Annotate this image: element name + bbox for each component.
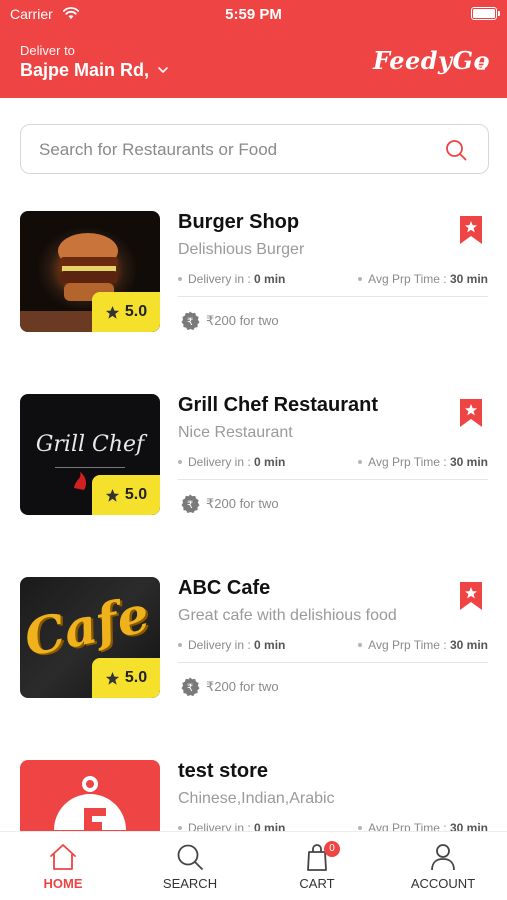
nav-cart[interactable]: 0 CART (262, 841, 372, 891)
deliver-to-label: Deliver to (20, 43, 75, 58)
prep-label: Avg Prp Time : (368, 821, 447, 831)
delivery-label: Delivery in : (188, 638, 251, 652)
rupee-badge-icon: ₹ (181, 677, 200, 697)
rating-value: 5.0 (124, 669, 148, 686)
restaurant-card[interactable]: 5.0 Burger Shop Delishious Burger Delive… (0, 198, 507, 338)
brand-logo: FeedyGo (373, 46, 490, 82)
cloche-logo-icon (54, 776, 126, 831)
restaurant-description: Great cafe with delishious food (178, 607, 397, 624)
rating-value: 5.0 (124, 486, 148, 503)
rupee-badge-icon: ₹ (181, 311, 200, 331)
divider (178, 662, 488, 663)
restaurant-image[interactable] (20, 760, 160, 831)
price-info: ₹ ₹200 for two (180, 494, 279, 514)
star-icon (105, 671, 119, 685)
rating-value: 5.0 (124, 303, 148, 320)
restaurant-image[interactable]: 5.0 (20, 211, 160, 332)
price-text: ₹200 for two (206, 313, 279, 328)
restaurant-image[interactable]: Grill Chef 5.0 (20, 394, 160, 515)
search-input[interactable] (39, 137, 439, 163)
restaurant-image[interactable]: Cafe 5.0 (20, 577, 160, 698)
prep-value: 30 min (449, 821, 488, 831)
nav-home-label: HOME (43, 876, 83, 891)
brand-logo-text: FeedyGo (373, 46, 490, 75)
rating-badge: 5.0 (92, 475, 160, 515)
search-icon (177, 844, 203, 870)
prep-value: 30 min (449, 272, 488, 286)
status-bar: Carrier 5:59 PM (0, 0, 507, 30)
delivery-meta: Delivery in : 0 min Avg Prp Time : 30 mi… (178, 270, 488, 288)
restaurant-list[interactable]: 5.0 Burger Shop Delishious Burger Delive… (0, 198, 507, 831)
bottom-nav: HOME SEARCH 0 CART ACCOUNT (0, 831, 507, 900)
delivery-value: 0 min (254, 821, 286, 831)
rating-badge: 5.0 (92, 658, 160, 698)
delivery-meta: Delivery in : 0 min Avg Prp Time : 30 mi… (178, 453, 488, 471)
svg-text:₹: ₹ (187, 317, 193, 328)
nav-account[interactable]: ACCOUNT (388, 842, 498, 891)
delivery-value: 0 min (254, 272, 286, 286)
delivery-label: Delivery in : (188, 821, 251, 831)
restaurant-description: Chinese,Indian,Arabic (178, 790, 335, 807)
cart-count-badge: 0 (324, 841, 340, 857)
prep-label: Avg Prp Time : (368, 455, 447, 469)
divider (178, 479, 488, 480)
rating-badge: 5.0 (92, 292, 160, 332)
prep-label: Avg Prp Time : (368, 638, 447, 652)
restaurant-name[interactable]: ABC Cafe (178, 577, 270, 600)
divider (178, 296, 488, 297)
bookmark-icon[interactable] (459, 215, 483, 245)
nav-search[interactable]: SEARCH (135, 842, 245, 891)
price-text: ₹200 for two (206, 679, 279, 694)
price-text: ₹200 for two (206, 496, 279, 511)
app-header: Carrier 5:59 PM Deliver to Bajpe Main Rd… (0, 0, 507, 98)
speed-lines-icon (477, 62, 487, 70)
home-icon (50, 844, 76, 870)
user-icon (431, 844, 455, 871)
prep-value: 30 min (449, 455, 488, 469)
price-info: ₹ ₹200 for two (180, 311, 279, 331)
restaurant-description: Nice Restaurant (178, 424, 293, 441)
search-icon[interactable] (444, 138, 468, 162)
star-icon (105, 305, 119, 319)
svg-text:₹: ₹ (187, 500, 193, 511)
delivery-label: Delivery in : (188, 272, 251, 286)
bookmark-icon[interactable] (459, 398, 483, 428)
chevron-down-icon (158, 66, 168, 73)
nav-home[interactable]: HOME (8, 842, 118, 891)
restaurant-name[interactable]: Burger Shop (178, 211, 299, 234)
restaurant-card[interactable]: Grill Chef 5.0 Grill Chef Restaurant Nic… (0, 381, 507, 521)
delivery-value: 0 min (254, 455, 286, 469)
restaurant-name[interactable]: test store (178, 760, 268, 783)
star-icon (105, 488, 119, 502)
location-selector[interactable]: Bajpe Main Rd, (20, 60, 169, 81)
restaurant-card[interactable]: test store Chinese,Indian,Arabic Deliver… (0, 747, 507, 831)
nav-cart-label: CART (299, 876, 335, 891)
delivery-label: Delivery in : (188, 455, 251, 469)
restaurant-name[interactable]: Grill Chef Restaurant (178, 394, 378, 417)
delivery-meta: Delivery in : 0 min Avg Prp Time : 30 mi… (178, 819, 488, 831)
restaurant-image-text: Cafe (20, 584, 155, 668)
nav-account-label: ACCOUNT (410, 876, 476, 891)
prep-label: Avg Prp Time : (368, 272, 447, 286)
search-bar[interactable] (20, 124, 489, 174)
price-info: ₹ ₹200 for two (180, 677, 279, 697)
bookmark-icon[interactable] (459, 581, 483, 611)
delivery-meta: Delivery in : 0 min Avg Prp Time : 30 mi… (178, 636, 488, 654)
prep-value: 30 min (449, 638, 488, 652)
restaurant-card[interactable]: Cafe 5.0 ABC Cafe Great cafe with delish… (0, 564, 507, 704)
location-text: Bajpe Main Rd, (20, 60, 150, 80)
rupee-badge-icon: ₹ (181, 494, 200, 514)
svg-text:₹: ₹ (187, 683, 193, 694)
clock: 5:59 PM (225, 6, 282, 23)
restaurant-description: Delishious Burger (178, 241, 305, 258)
battery-icon (471, 7, 500, 20)
nav-search-label: SEARCH (162, 876, 218, 891)
delivery-value: 0 min (254, 638, 286, 652)
